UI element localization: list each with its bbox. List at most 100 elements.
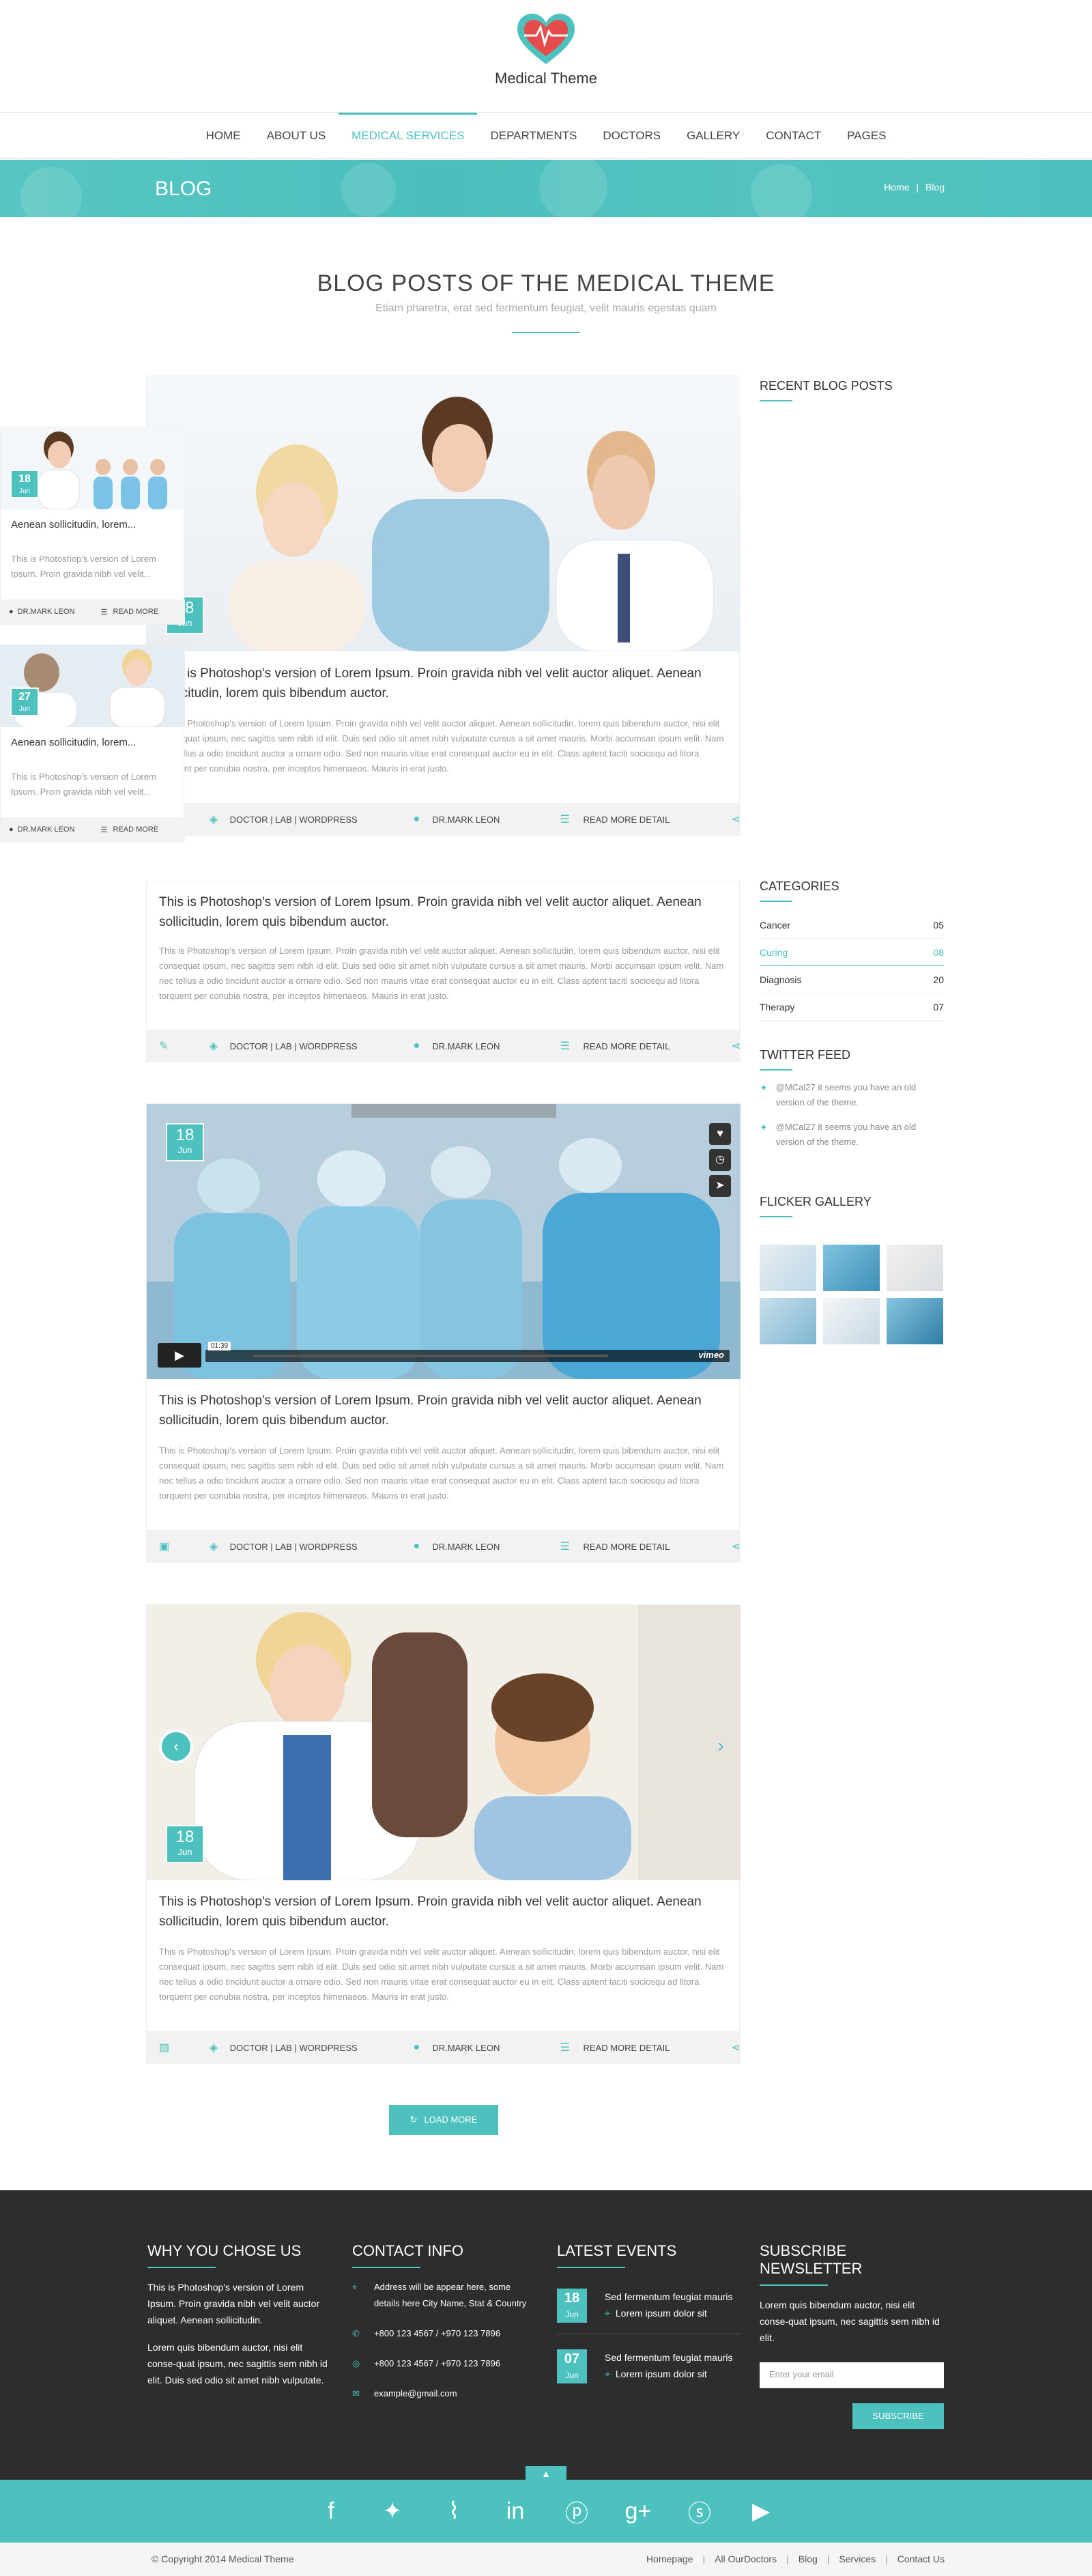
post-title[interactable]: This is Photoshop's version of Lorem Ips… bbox=[159, 664, 725, 703]
tweet[interactable]: ✦ @MCal27 it seems you have an old versio… bbox=[760, 1080, 944, 1110]
recent-post-read-more[interactable]: READ MORE bbox=[113, 608, 159, 616]
email-input[interactable]: Enter your email bbox=[760, 2362, 944, 2388]
read-more-link[interactable]: READ MORE DETAIL bbox=[583, 1542, 731, 1552]
nav-gallery[interactable]: GALLERY bbox=[674, 113, 753, 159]
recent-post-read-more[interactable]: READ MORE bbox=[113, 825, 159, 834]
recent-post-title[interactable]: Aenean sollicitudin, lorem... bbox=[11, 519, 136, 530]
post-title[interactable]: This is Photoshop's version of Lorem Ips… bbox=[159, 1892, 725, 1931]
back-to-top-button[interactable]: ▲ bbox=[526, 2466, 566, 2481]
user-icon: ● bbox=[9, 608, 14, 616]
twitter-icon[interactable]: ✦ bbox=[379, 2497, 406, 2525]
nav-departments[interactable]: DEPARTMENTS bbox=[477, 113, 590, 159]
read-more-link[interactable]: READ MORE DETAIL bbox=[583, 1041, 731, 1051]
read-more-link[interactable]: READ MORE DETAIL bbox=[583, 2043, 731, 2053]
event-place: Lorem ipsum dolor sit bbox=[615, 2308, 707, 2319]
nav-medical-services[interactable]: MEDICAL SERVICES bbox=[339, 112, 478, 159]
post-gallery-image[interactable] bbox=[147, 1605, 741, 1880]
load-more-button[interactable]: ↻ LOAD MORE bbox=[389, 2105, 498, 2135]
share-icon[interactable]: ⋖ bbox=[732, 1540, 741, 1553]
nav-doctors[interactable]: DOCTORS bbox=[590, 113, 674, 159]
rss-icon[interactable]: ⌇ bbox=[440, 2497, 468, 2525]
recent-post-author[interactable]: DR.MARK LEON bbox=[18, 608, 101, 616]
event-item[interactable]: 07 Jun Sed fermentum feugiat mauris ⌖ Lorem… bbox=[557, 2349, 741, 2383]
post-author[interactable]: DR.MARK LEON bbox=[432, 2043, 560, 2053]
event-title[interactable]: Sed fermentum feugiat mauris bbox=[605, 2289, 733, 2305]
subscribe-button[interactable]: SUBSCRIBE bbox=[852, 2403, 944, 2429]
post-title[interactable]: This is Photoshop's version of Lorem Ips… bbox=[159, 1391, 725, 1430]
post-tags[interactable]: DOCTOR | LAB | WORDPRESS bbox=[230, 1542, 414, 1552]
clock-icon[interactable]: ◷ bbox=[709, 1149, 731, 1171]
send-icon[interactable]: ➤ bbox=[709, 1175, 731, 1197]
post-author[interactable]: DR.MARK LEON bbox=[432, 1542, 560, 1552]
category-item[interactable]: Cancer 05 bbox=[760, 911, 944, 939]
post-excerpt: This is Photoshop's version of Lorem Ips… bbox=[159, 1445, 724, 1501]
category-item[interactable]: Therapy 07 bbox=[760, 993, 944, 1021]
footer-link-blog[interactable]: Blog bbox=[799, 2553, 818, 2564]
flicker-thumb[interactable] bbox=[823, 1298, 880, 1344]
play-button[interactable]: ▶ bbox=[158, 1343, 201, 1368]
logo[interactable]: Medical Theme bbox=[478, 12, 614, 87]
recent-post-date: 18 Jun bbox=[10, 470, 39, 498]
read-more-link[interactable]: READ MORE DETAIL bbox=[583, 815, 731, 825]
nav-pages[interactable]: PAGES bbox=[834, 113, 899, 159]
video-player[interactable] bbox=[147, 1104, 741, 1379]
linkedin-icon[interactable]: in bbox=[502, 2498, 529, 2525]
footer-link-doctors[interactable]: All OurDoctors bbox=[715, 2553, 777, 2564]
post-title[interactable]: This is Photoshop's version of Lorem Ips… bbox=[159, 892, 725, 932]
slider-next-button[interactable]: › bbox=[710, 1732, 731, 1759]
like-icon[interactable]: ♥ bbox=[709, 1123, 731, 1145]
flicker-thumb[interactable] bbox=[760, 1298, 816, 1344]
slider-prev-button[interactable]: ‹ bbox=[159, 1729, 193, 1764]
recent-post-author[interactable]: DR.MARK LEON bbox=[18, 825, 101, 834]
post-tags[interactable]: DOCTOR | LAB | WORDPRESS bbox=[230, 2043, 414, 2053]
breadcrumb-home[interactable]: Home bbox=[884, 182, 909, 193]
post-image[interactable] bbox=[147, 376, 741, 651]
nav-about-us[interactable]: ABOUT US bbox=[254, 113, 339, 159]
video-progress[interactable] bbox=[253, 1355, 608, 1357]
event-month: Jun bbox=[565, 2370, 579, 2380]
refresh-icon: ↻ bbox=[410, 2114, 418, 2125]
event-item[interactable]: 18 Jun Sed fermentum feugiat mauris ⌖ Lorem… bbox=[557, 2289, 741, 2323]
event-date: 18 Jun bbox=[557, 2289, 587, 2323]
category-item[interactable]: Diagnosis 20 bbox=[760, 966, 944, 993]
banner-bg-shape bbox=[539, 153, 607, 221]
tag-icon: ◈ bbox=[209, 1541, 218, 1553]
vimeo-logo[interactable]: vimeo bbox=[698, 1350, 724, 1360]
breadcrumb-current: Blog bbox=[925, 182, 945, 193]
nav-contact[interactable]: CONTACT bbox=[753, 113, 834, 159]
share-icon[interactable]: ⋖ bbox=[732, 1039, 741, 1053]
post-author[interactable]: DR.MARK LEON bbox=[432, 815, 560, 825]
user-icon: ● bbox=[413, 1040, 420, 1051]
facebook-icon[interactable]: f bbox=[317, 2498, 345, 2525]
post-tags[interactable]: DOCTOR | LAB | WORDPRESS bbox=[230, 1041, 414, 1051]
youtube-icon[interactable]: ▶ bbox=[747, 2497, 775, 2525]
footer-link-services[interactable]: Services bbox=[839, 2553, 876, 2564]
tweet[interactable]: ✦ @MCal27 it seems you have an old versio… bbox=[760, 1120, 944, 1150]
share-icon[interactable]: ⋖ bbox=[732, 812, 741, 826]
recent-post[interactable]: 27 Jun Aenean sollicitudin, lorem... This… bbox=[0, 645, 185, 843]
category-count: 20 bbox=[933, 974, 944, 985]
google-plus-icon[interactable]: g+ bbox=[624, 2498, 652, 2525]
post-author[interactable]: DR.MARK LEON bbox=[432, 1041, 560, 1051]
category-item[interactable]: Curing 08 bbox=[760, 939, 944, 966]
flicker-thumb[interactable] bbox=[887, 1298, 943, 1344]
event-title[interactable]: Sed fermentum feugiat mauris bbox=[605, 2349, 733, 2366]
pinterest-icon[interactable]: ⓟ bbox=[563, 2495, 590, 2528]
flicker-thumb[interactable] bbox=[887, 1245, 943, 1291]
recent-post[interactable]: 18 Jun Aenean sollicitudin, lorem... This… bbox=[0, 427, 185, 625]
nav-home[interactable]: HOME bbox=[193, 113, 254, 159]
logo-text: Medical Theme bbox=[495, 70, 597, 87]
heading-underline bbox=[760, 400, 792, 401]
recent-posts-heading: RECENT BLOG POSTS bbox=[760, 379, 893, 393]
contact-email[interactable]: example@gmail.com bbox=[374, 2386, 457, 2402]
footer-link-contact[interactable]: Contact Us bbox=[897, 2553, 945, 2564]
share-icon[interactable]: ⋖ bbox=[732, 2041, 741, 2054]
recent-post-meta: ● DR.MARK LEON ☰ READ MORE bbox=[1, 817, 185, 842]
post-tags[interactable]: DOCTOR | LAB | WORDPRESS bbox=[230, 815, 414, 825]
recent-post-title[interactable]: Aenean sollicitudin, lorem... bbox=[11, 737, 136, 748]
skype-icon[interactable]: ⓢ bbox=[686, 2495, 713, 2528]
footer-link-homepage[interactable]: Homepage bbox=[646, 2553, 693, 2564]
flicker-thumb[interactable] bbox=[760, 1245, 816, 1291]
post-month: Jun bbox=[177, 1145, 192, 1155]
flicker-thumb[interactable] bbox=[823, 1245, 880, 1291]
